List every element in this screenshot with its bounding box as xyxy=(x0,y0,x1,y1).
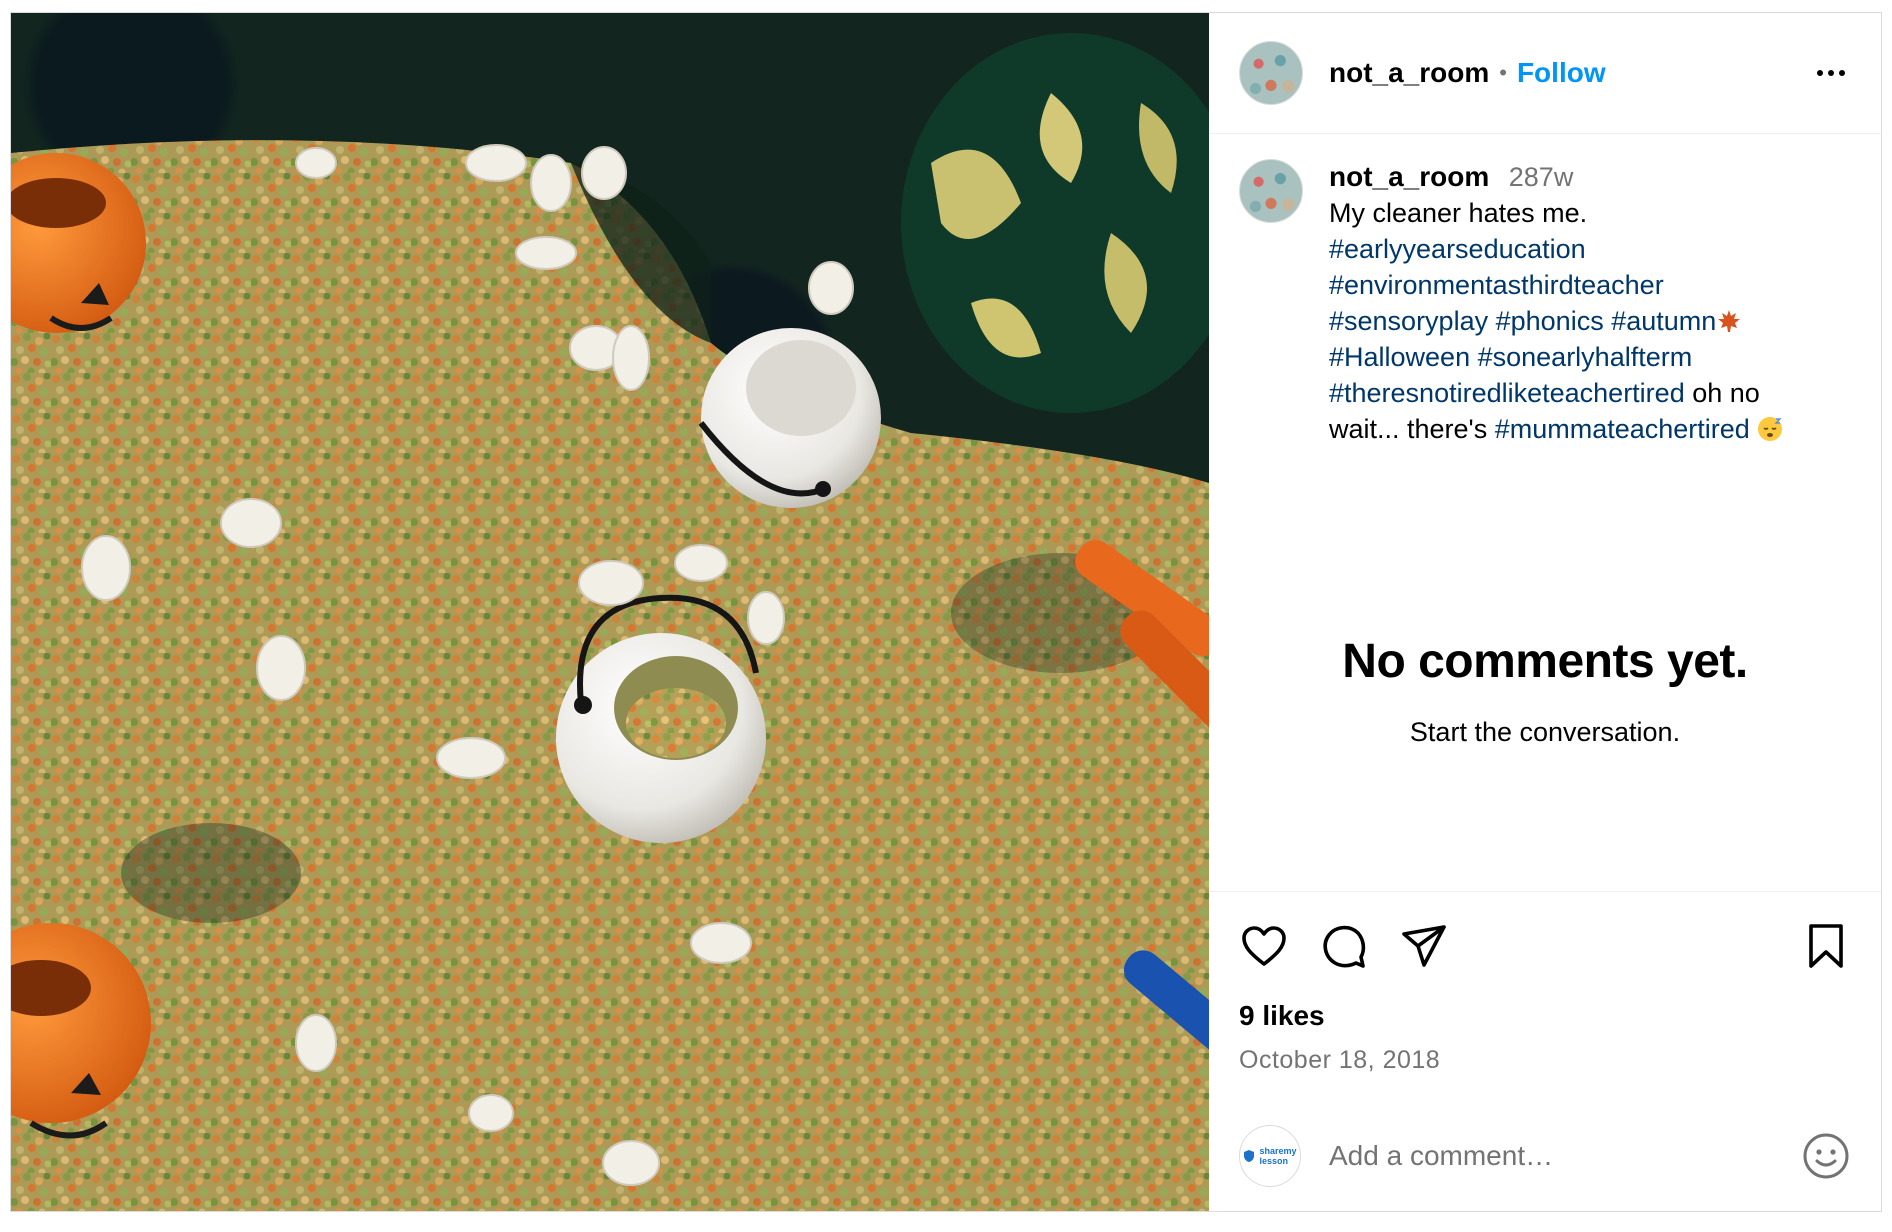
empty-comments-subtitle: Start the conversation. xyxy=(1409,717,1681,747)
caption-area: not_a_room 287w My cleaner hates me. #ea… xyxy=(1209,134,1881,891)
save-button[interactable] xyxy=(1801,921,1851,971)
sleepy-face-icon xyxy=(1758,417,1783,441)
more-icon xyxy=(1817,70,1823,76)
post-card: not_a_room • Follow not_a_room 287w My c… xyxy=(10,12,1882,1212)
hashtag-link[interactable]: #sensoryplay xyxy=(1329,306,1488,336)
caption-avatar[interactable] xyxy=(1239,159,1303,223)
like-button[interactable] xyxy=(1239,921,1289,971)
heart-icon xyxy=(1242,926,1286,966)
separator-dot: • xyxy=(1499,60,1507,85)
more-icon-dot xyxy=(1828,70,1834,76)
caption-text-continued: wait... there's xyxy=(1329,414,1495,444)
hashtag-link[interactable]: #earlyyearseducation xyxy=(1329,234,1586,264)
empty-comments: No comments yet. Start the conversation. xyxy=(1209,634,1881,748)
comment-composer: sharemy lesson xyxy=(1209,1101,1881,1211)
share-icon xyxy=(1402,925,1446,967)
viewer-avatar: sharemy lesson xyxy=(1239,1125,1301,1187)
more-options-button[interactable] xyxy=(1807,60,1855,86)
caption-username[interactable]: not_a_room xyxy=(1329,161,1489,192)
hashtag-link[interactable]: #autumn xyxy=(1611,306,1716,336)
post-age[interactable]: 287w xyxy=(1509,162,1574,192)
more-icon-dot xyxy=(1839,70,1845,76)
smiley-icon[interactable] xyxy=(1801,1131,1851,1181)
post-date[interactable]: October 18, 2018 xyxy=(1209,1032,1881,1075)
comment-input[interactable] xyxy=(1327,1139,1801,1173)
hashtag-link[interactable]: #mummateachertired xyxy=(1495,414,1750,444)
hashtag-link[interactable]: #environmentasthirdteacher xyxy=(1329,270,1664,300)
hashtag-link[interactable]: #Halloween xyxy=(1329,342,1470,372)
shield-icon xyxy=(1244,1150,1255,1162)
post-photo[interactable] xyxy=(11,13,1209,1211)
caption: not_a_room 287w My cleaner hates me. #ea… xyxy=(1209,134,1881,447)
comment-icon xyxy=(1323,925,1366,968)
hashtag-link[interactable]: #phonics xyxy=(1496,306,1604,336)
caption-text-continued: oh no xyxy=(1684,378,1760,408)
share-button[interactable] xyxy=(1399,921,1449,971)
post-side-panel: not_a_room • Follow not_a_room 287w My c… xyxy=(1209,13,1881,1211)
post-actions: 9 likes October 18, 2018 sharemy lesson xyxy=(1209,891,1881,1211)
follow-button[interactable]: Follow xyxy=(1517,57,1606,89)
photo-illustration xyxy=(11,33,1209,1211)
caption-text: My cleaner hates me. xyxy=(1329,198,1588,228)
bookmark-icon xyxy=(1809,924,1843,968)
post-header: not_a_room • Follow xyxy=(1209,13,1881,134)
empty-comments-title: No comments yet. xyxy=(1342,635,1748,688)
action-icons xyxy=(1209,892,1881,974)
hashtag-link[interactable]: #sonearlyhalfterm xyxy=(1478,342,1693,372)
hashtag-link[interactable]: #theresnotiredliketeachertired xyxy=(1329,378,1685,408)
likes-count[interactable]: 9 likes xyxy=(1209,974,1881,1032)
maple-leaf-icon xyxy=(1718,310,1741,332)
comment-button[interactable] xyxy=(1319,921,1369,971)
author-username[interactable]: not_a_room xyxy=(1329,57,1489,89)
author-avatar[interactable] xyxy=(1239,41,1303,105)
caption-body: not_a_room 287w My cleaner hates me. #ea… xyxy=(1329,159,1783,447)
viewer-avatar-brand: sharemy lesson xyxy=(1259,1146,1297,1166)
